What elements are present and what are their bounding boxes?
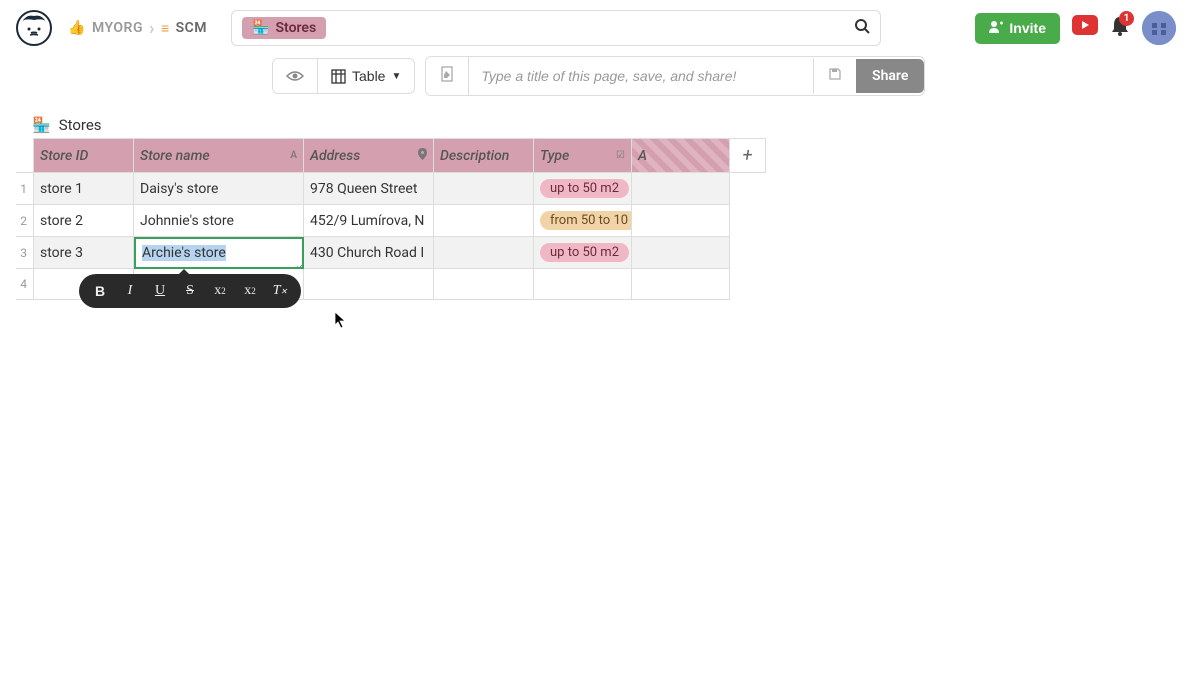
page-title-input[interactable]: [469, 59, 813, 93]
cell-desc[interactable]: [434, 237, 534, 269]
cell-extra[interactable]: [632, 205, 730, 237]
bold-button[interactable]: B: [89, 280, 111, 302]
youtube-icon[interactable]: [1072, 15, 1098, 41]
cell-type[interactable]: up to 50 m2: [534, 173, 632, 205]
breadcrumb: 👍 MYORG › ≡ SCM: [68, 18, 207, 39]
col-header-addr[interactable]: Address: [304, 138, 434, 173]
col-header-id[interactable]: Store ID: [34, 138, 134, 173]
visibility-button[interactable]: [273, 59, 318, 93]
edit-icon[interactable]: [426, 57, 469, 95]
cell-desc[interactable]: [434, 205, 534, 237]
save-button[interactable]: [813, 58, 856, 94]
search-icon[interactable]: [854, 18, 870, 38]
breadcrumb-org[interactable]: MYORG: [92, 20, 143, 36]
store-icon: 🏪: [252, 20, 269, 36]
share-button[interactable]: Share: [856, 59, 924, 93]
row-num: 3: [16, 237, 34, 269]
col-header-type[interactable]: Type☑: [534, 138, 632, 173]
cell-id[interactable]: store 2: [34, 205, 134, 237]
location-type-icon: [418, 148, 427, 163]
mouse-cursor: [334, 311, 348, 333]
underline-button[interactable]: U: [149, 280, 171, 302]
cell-name-editing[interactable]: Archie's store⤢: [134, 237, 304, 269]
title-group: Share: [425, 56, 925, 96]
view-group: Table ▼: [272, 58, 415, 94]
cell-empty[interactable]: [632, 269, 730, 300]
chevron-down-icon: ▼: [391, 71, 401, 82]
cell-addr[interactable]: 978 Queen Street: [304, 173, 434, 205]
cell-type[interactable]: up to 50 m2: [534, 237, 632, 269]
cell-extra[interactable]: [632, 237, 730, 269]
clear-format-button[interactable]: T✕: [269, 280, 291, 302]
app-header: 👍 MYORG › ≡ SCM 🏪 Stores Invite 1: [0, 0, 1192, 56]
cell-empty[interactable]: [434, 269, 534, 300]
view-type-label: Table: [352, 68, 385, 84]
breadcrumb-project[interactable]: SCM: [176, 20, 207, 36]
cell-name[interactable]: Daisy's store: [134, 173, 304, 205]
col-header-desc[interactable]: Description: [434, 138, 534, 173]
cell-addr[interactable]: 452/9 Lumírova, N: [304, 205, 434, 237]
chevron-right-icon: ›: [149, 18, 155, 39]
cell-id[interactable]: store 3: [34, 237, 134, 269]
project-icon: ≡: [161, 20, 170, 37]
format-toolbar: B I U S x2 x2 T✕: [79, 274, 301, 308]
notifications-button[interactable]: 1: [1110, 15, 1130, 41]
cell-type[interactable]: from 50 to 10: [534, 205, 632, 237]
row-num: 2: [16, 205, 34, 237]
page-toolbar: Table ▼ Share: [0, 56, 1192, 96]
grid-corner: [16, 138, 34, 173]
superscript-button[interactable]: x2: [239, 280, 261, 302]
col-header-name[interactable]: Store nameA: [134, 138, 304, 173]
view-type-dropdown[interactable]: Table ▼: [318, 59, 414, 93]
search-box[interactable]: 🏪 Stores: [231, 10, 881, 46]
header-right: Invite 1: [975, 11, 1176, 45]
search-wrap: 🏪 Stores: [231, 10, 881, 46]
thumbs-up-icon: 👍: [68, 20, 86, 36]
subscript-button[interactable]: x2: [209, 280, 231, 302]
user-plus-icon: [989, 20, 1003, 37]
cell-empty[interactable]: [304, 269, 434, 300]
cell-extra[interactable]: [632, 173, 730, 205]
add-column-button[interactable]: +: [730, 138, 766, 173]
store-icon: 🏪: [32, 116, 51, 134]
cell-id[interactable]: store 1: [34, 173, 134, 205]
search-tag[interactable]: 🏪 Stores: [242, 17, 326, 39]
invite-button[interactable]: Invite: [975, 13, 1060, 44]
notification-badge: 1: [1119, 11, 1134, 26]
table-title-label: Stores: [59, 116, 102, 134]
text-type-icon: A: [290, 150, 297, 161]
cell-empty[interactable]: [534, 269, 632, 300]
col-header-extra[interactable]: A: [632, 138, 730, 173]
user-avatar[interactable]: [1142, 11, 1176, 45]
search-tag-label: Stores: [276, 20, 317, 36]
cell-addr[interactable]: 430 Church Road I: [304, 237, 434, 269]
row-num: 1: [16, 173, 34, 205]
select-type-icon: ☑: [616, 150, 625, 161]
cell-desc[interactable]: [434, 173, 534, 205]
invite-label: Invite: [1009, 20, 1046, 36]
italic-button[interactable]: I: [119, 280, 141, 302]
app-logo[interactable]: [16, 10, 52, 46]
expand-icon[interactable]: ⤢: [297, 257, 304, 269]
cell-name[interactable]: Johnnie's store: [134, 205, 304, 237]
row-num: 4: [16, 269, 34, 300]
strike-button[interactable]: S: [179, 280, 201, 302]
table-title: 🏪 Stores: [32, 116, 1176, 134]
